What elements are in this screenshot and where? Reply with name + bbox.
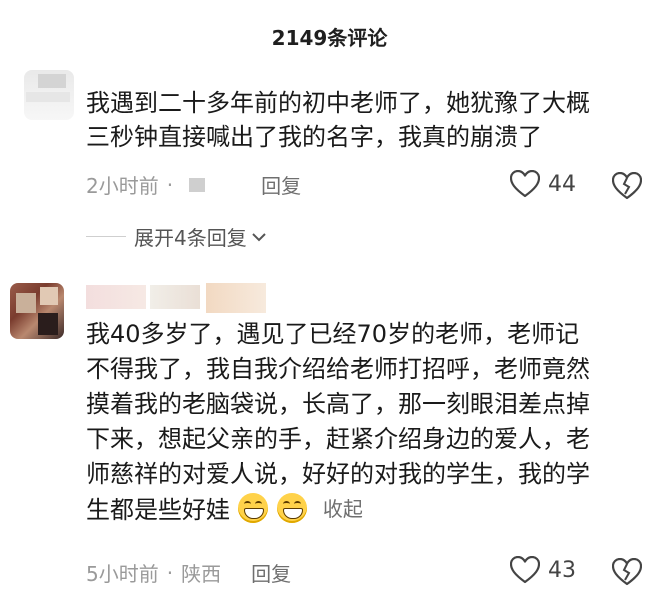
- comment-line: 我遇到二十多年前的初中老师了，她犹豫了大概: [86, 89, 590, 117]
- expand-replies-button[interactable]: 展开4条回复: [86, 222, 267, 251]
- dislike-button[interactable]: [611, 557, 643, 590]
- separator-dot: ·: [166, 172, 174, 197]
- like-count: 44: [548, 171, 576, 197]
- chevron-down-icon: [252, 232, 266, 241]
- grin-emoji-icon: [237, 493, 268, 523]
- comment-text: 我遇到二十多年前的初中老师了，她犹豫了大概 三秒钟直接喊出了我的名字，我真的崩溃…: [86, 86, 646, 154]
- dislike-button[interactable]: [611, 171, 643, 204]
- avatar[interactable]: [10, 283, 64, 339]
- heart-icon: [510, 556, 540, 584]
- comment-meta: 2小时前 · 回复: [86, 170, 301, 199]
- comment-line: 生都是些好娃 收起: [86, 492, 646, 528]
- comment-meta: 5小时前 · 陕西 回复: [86, 558, 291, 587]
- username-redacted: [86, 285, 146, 309]
- reply-button[interactable]: 回复: [251, 558, 291, 587]
- like-button[interactable]: 43: [510, 556, 576, 584]
- comment-line: 摸着我的老脑袋说，长高了，那一刻眼泪差点掉: [86, 390, 590, 418]
- expand-replies-label: 展开4条回复: [134, 226, 247, 250]
- comment-line: 不得我了，我自我介绍给老师打招呼，老师竟然: [86, 355, 590, 383]
- like-count: 43: [548, 557, 576, 583]
- username-redacted: [150, 285, 200, 309]
- username-redacted: [206, 283, 266, 313]
- reply-button[interactable]: 回复: [261, 170, 301, 199]
- grin-emoji-icon: [277, 493, 308, 523]
- divider-line: [86, 236, 126, 237]
- collapse-button[interactable]: 收起: [323, 497, 363, 521]
- like-button[interactable]: 44: [510, 170, 576, 198]
- comments-count-title: 2149条评论: [271, 26, 388, 50]
- separator-dot: ·: [166, 560, 174, 585]
- comment-line: 三秒钟直接喊出了我的名字，我真的崩溃了: [86, 123, 542, 151]
- timestamp: 2小时前: [86, 174, 159, 198]
- broken-heart-icon: [611, 171, 643, 200]
- comment-text: 我40多岁了，遇见了已经70岁的老师，老师记 不得我了，我自我介绍给老师打招呼，…: [86, 317, 646, 528]
- comment-line: 下来，想起父亲的手，赶紧介绍身边的爱人，老: [86, 425, 590, 453]
- avatar[interactable]: [24, 70, 74, 120]
- comment-line: 师慈祥的对爱人说，好好的对我的学生，我的学: [86, 460, 590, 488]
- comment-line: 我40多岁了，遇见了已经70岁的老师，老师记: [86, 320, 580, 348]
- broken-heart-icon: [611, 557, 643, 586]
- comment-line-text: 生都是些好娃: [86, 496, 230, 524]
- timestamp: 5小时前: [86, 562, 159, 586]
- location-redacted: [189, 177, 206, 192]
- location: 陕西: [181, 562, 222, 586]
- heart-icon: [510, 170, 540, 198]
